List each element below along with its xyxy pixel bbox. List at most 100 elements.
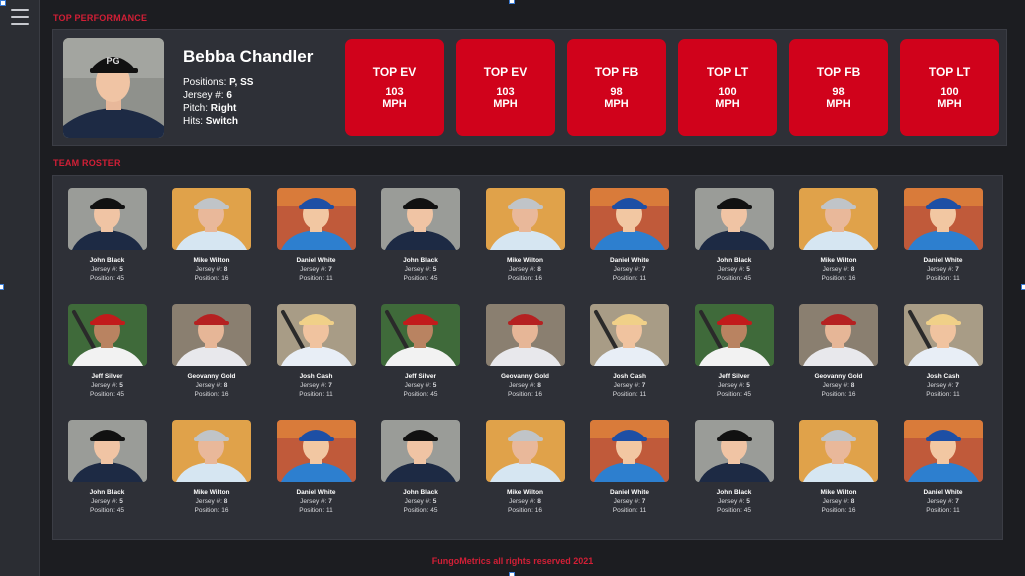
player-avatar [172,420,251,482]
stat-value: 103 [385,86,404,98]
player-avatar [276,420,356,482]
player-avatar [276,304,356,366]
top-performance-panel: PG Bebba Chandler Positions: P, SS Jerse… [52,29,1007,146]
player-card[interactable]: Daniel White Jersey #: 7 Position: 11 [590,188,670,282]
player-name: John Black [716,257,752,264]
player-card[interactable]: John Black Jersey #: 5 Position: 45 [381,420,461,514]
player-card[interactable]: Mike Wilton Jersey #: 8 Position: 16 [172,188,252,282]
player-card[interactable]: John Black Jersey #: 5 Position: 45 [694,420,774,514]
player-jersey: Jersey #: 5 [91,498,123,505]
player-card[interactable]: Geovanny Gold Jersey #: 8 Position: 16 [485,304,565,398]
stat-unit: MPH [826,98,851,110]
player-position: Position: 16 [508,507,542,514]
player-card[interactable]: John Black Jersey #: 5 Position: 45 [694,188,774,282]
stat-unit: MPH [493,98,518,110]
stat-label: TOP FB [594,65,639,79]
player-avatar [381,420,460,482]
player-avatar [694,420,774,482]
player-jersey: Jersey #: 8 [822,498,855,505]
player-position: Position: 11 [299,507,333,514]
player-position: Position: 16 [194,391,229,398]
player-card[interactable]: Daniel White Jersey #: 7 Position: 11 [903,188,983,282]
profile-hits: Hits: Switch [183,116,239,127]
player-card[interactable]: John Black Jersey #: 5 Position: 45 [67,420,147,514]
player-card[interactable]: John Black Jersey #: 5 Position: 45 [67,188,147,282]
player-avatar [799,304,878,366]
player-position: Position: 16 [194,275,229,282]
stat-card[interactable]: TOP EV 103 MPH [345,39,444,136]
stat-unit: MPH [382,98,407,110]
player-position: Position: 11 [612,391,647,398]
player-card[interactable]: Jeff Silver Jersey #: 5 Position: 45 [67,304,147,398]
selection-handle[interactable] [0,0,6,6]
player-name: Jeff Silver [91,373,123,380]
player-avatar [485,420,565,482]
player-avatar [694,188,774,250]
player-jersey: Jersey #: 5 [404,382,437,389]
player-name: Daniel White [296,257,336,264]
player-jersey: Jersey #: 7 [300,382,332,389]
player-card[interactable]: Mike Wilton Jersey #: 8 Position: 16 [799,188,879,282]
player-position: Position: 45 [90,275,124,282]
hamburger-menu-icon[interactable] [11,9,29,25]
player-jersey: Jersey #: 7 [613,382,646,389]
selection-handle[interactable] [509,572,515,576]
player-card[interactable]: Geovanny Gold Jersey #: 8 Position: 16 [172,304,252,398]
top-performance-heading: TOP PERFORMANCE [53,13,148,23]
player-name: Daniel White [609,489,649,496]
player-position: Position: 45 [403,507,438,514]
team-roster-panel: John Black Jersey #: 5 Position: 45 Mike… [52,175,1003,540]
player-name: Daniel White [296,489,336,496]
player-position: Position: 11 [926,275,960,282]
player-avatar [485,188,565,250]
selection-handle[interactable] [1021,284,1025,290]
stat-unit: MPH [937,98,962,110]
profile-pitch: Pitch: Right [183,103,237,114]
player-card[interactable]: Mike Wilton Jersey #: 8 Position: 16 [485,420,565,514]
stat-card[interactable]: TOP FB 98 MPH [567,39,666,136]
player-card[interactable]: Daniel White Jersey #: 7 Position: 11 [903,420,983,514]
player-card[interactable]: Jeff Silver Jersey #: 5 Position: 45 [694,304,774,398]
stat-card[interactable]: TOP LT 100 MPH [900,39,999,136]
player-card[interactable]: Mike Wilton Jersey #: 8 Position: 16 [172,420,252,514]
player-jersey: Jersey #: 7 [927,382,959,389]
svg-text:PG: PG [106,56,119,66]
player-card[interactable]: Daniel White Jersey #: 7 Position: 11 [276,188,356,282]
player-avatar [903,188,983,250]
stat-value: 98 [832,86,845,98]
player-card[interactable]: Mike Wilton Jersey #: 8 Position: 16 [485,188,565,282]
footer-copyright: FungoMetrics all rights reserved 2021 [431,556,594,566]
profile-details: Positions: P, SS Jersey #: 6 Pitch: Righ… [183,76,253,128]
player-card[interactable]: Geovanny Gold Jersey #: 8 Position: 16 [799,304,879,398]
player-avatar [485,304,565,366]
selection-handle[interactable] [0,284,4,290]
player-position: Position: 11 [926,507,960,514]
player-position: Position: 45 [90,507,124,514]
player-card[interactable]: Daniel White Jersey #: 7 Position: 11 [276,420,356,514]
player-card[interactable]: Josh Cash Jersey #: 7 Position: 11 [903,304,983,398]
stat-card[interactable]: TOP LT 100 MPH [678,39,777,136]
player-card[interactable]: John Black Jersey #: 5 Position: 45 [381,188,461,282]
player-card[interactable]: Daniel White Jersey #: 7 Position: 11 [590,420,670,514]
player-jersey: Jersey #: 8 [509,266,541,273]
player-card[interactable]: Josh Cash Jersey #: 7 Position: 11 [276,304,356,398]
stat-card[interactable]: TOP FB 98 MPH [789,39,888,136]
player-jersey: Jersey #: 8 [822,266,855,273]
player-card[interactable]: Josh Cash Jersey #: 7 Position: 11 [590,304,670,398]
player-position: Position: 45 [403,275,438,282]
stat-card[interactable]: TOP EV 103 MPH [456,39,555,136]
player-card[interactable]: Jeff Silver Jersey #: 5 Position: 45 [381,304,461,398]
stat-label: TOP FB [816,65,861,79]
player-avatar [172,188,251,250]
player-name: Josh Cash [613,373,646,380]
player-card[interactable]: Mike Wilton Jersey #: 8 Position: 16 [799,420,879,514]
selection-handle[interactable] [509,0,515,4]
profile-positions: Positions: P, SS [183,77,254,88]
player-avatar [903,420,983,482]
player-avatar [903,304,983,366]
player-position: Position: 11 [926,391,960,398]
player-position: Position: 45 [717,391,751,398]
player-jersey: Jersey #: 8 [822,382,855,389]
player-name: Geovanny Gold [500,373,550,380]
player-jersey: Jersey #: 8 [509,382,541,389]
